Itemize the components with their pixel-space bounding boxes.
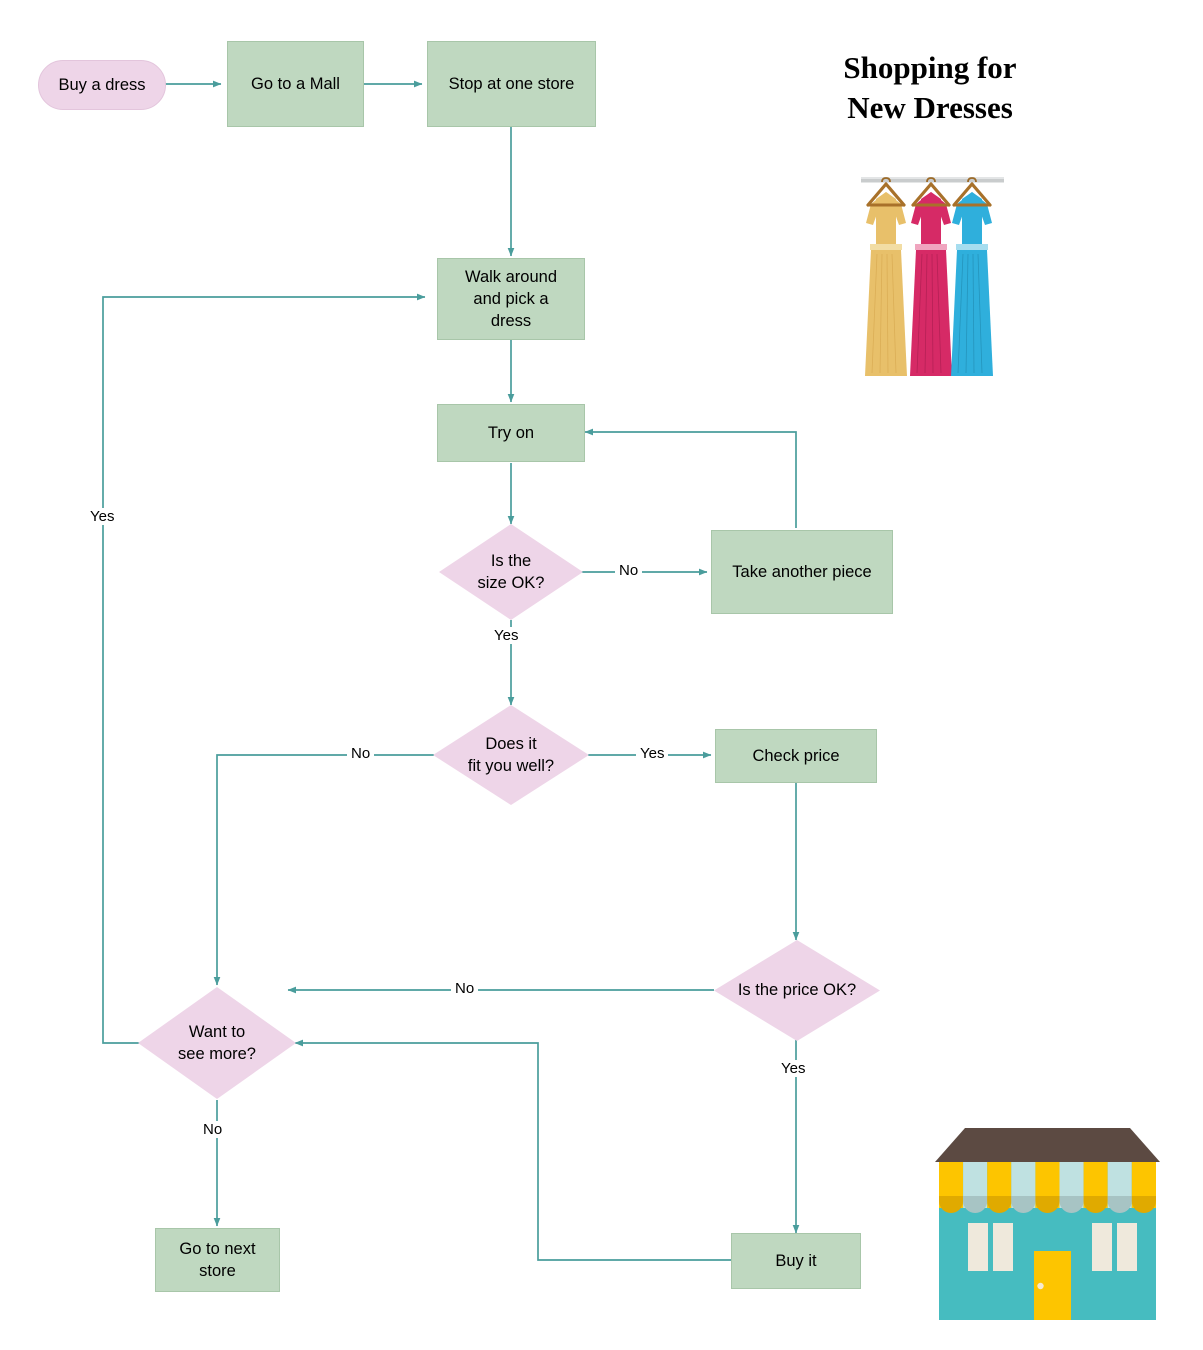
dress-pink bbox=[910, 182, 952, 376]
flowchart-canvas: No Yes No Yes No Yes Yes No Buy a dress … bbox=[0, 0, 1203, 1350]
node-stop-at-one-store[interactable]: Stop at one store bbox=[427, 41, 596, 127]
edge-does-it-fit-no-to-want-to-see-more bbox=[213, 754, 434, 986]
node-label-is-the-size-ok-line-1: Is the bbox=[490, 551, 532, 570]
node-go-to-next-store[interactable]: Go to next store bbox=[155, 1228, 280, 1292]
node-want-to-see-more[interactable]: Want to see more? bbox=[138, 987, 296, 1099]
node-does-it-fit-you-well[interactable]: Does it fit you well? bbox=[433, 705, 589, 805]
node-label-go-to-next-store-line-2: store bbox=[199, 1262, 236, 1280]
node-walk-around-and-pick-a-dress[interactable]: Walk around and pick a dress bbox=[437, 258, 585, 340]
edge-label-size-no: No bbox=[615, 562, 643, 579]
node-label-is-the-size-ok: Is the size OK? bbox=[439, 524, 583, 620]
node-try-on[interactable]: Try on bbox=[437, 404, 585, 462]
node-label-does-it-fit-line-2: fit you well? bbox=[467, 757, 555, 775]
node-buy-it[interactable]: Buy it bbox=[731, 1233, 861, 1289]
node-check-price[interactable]: Check price bbox=[715, 729, 877, 783]
edge-label-price-no: No bbox=[451, 980, 479, 997]
node-label-try-on: Try on bbox=[487, 423, 535, 442]
node-label-is-the-price-ok: Is the price OK? bbox=[714, 940, 880, 1041]
node-label-go-to-next-store-line-1: Go to next bbox=[179, 1239, 256, 1258]
node-label-walk-around-line-2: and pick a bbox=[473, 289, 549, 308]
node-take-another-piece[interactable]: Take another piece bbox=[711, 530, 893, 614]
store-window-right-1 bbox=[1092, 1223, 1112, 1271]
node-label-want-to-see-more-line-1: Want to bbox=[188, 1022, 246, 1041]
store-roof bbox=[935, 1128, 1160, 1162]
node-label-check-price: Check price bbox=[752, 746, 840, 765]
edge-want-to-see-more-yes-to-walk-around bbox=[102, 293, 426, 1044]
edge-label-price-yes: Yes bbox=[777, 1060, 810, 1077]
edge-label-size-yes: Yes bbox=[490, 627, 523, 644]
node-go-to-a-mall[interactable]: Go to a Mall bbox=[227, 41, 364, 127]
edge-label-see-more-no: No bbox=[199, 1121, 227, 1138]
node-label-want-to-see-more-line-2: see more? bbox=[178, 1045, 256, 1063]
edge-take-another-piece-to-try-on bbox=[584, 428, 797, 528]
store-window-right-2 bbox=[1117, 1223, 1137, 1271]
page-title-line-2: New Dresses bbox=[847, 89, 1013, 125]
node-label-stop-at-one-store: Stop at one store bbox=[448, 74, 575, 93]
node-label-buy-a-dress: Buy a dress bbox=[58, 75, 146, 94]
node-label-is-the-size-ok-line-2: size OK? bbox=[477, 574, 545, 592]
store-door-knob bbox=[1037, 1282, 1044, 1290]
node-label-does-it-fit-line-1: Does it bbox=[485, 734, 537, 753]
dress-yellow bbox=[865, 182, 907, 376]
node-is-the-size-ok[interactable]: Is the size OK? bbox=[439, 524, 583, 620]
node-label-buy-it: Buy it bbox=[775, 1251, 817, 1270]
node-is-the-price-ok[interactable]: Is the price OK? bbox=[714, 940, 880, 1041]
node-label-does-it-fit-you-well: Does it fit you well? bbox=[433, 705, 589, 805]
page-title: Shopping for New Dresses bbox=[760, 48, 1100, 127]
node-label-walk-around-line-1: Walk around bbox=[464, 267, 557, 286]
node-buy-a-dress[interactable]: Buy a dress bbox=[38, 60, 166, 110]
store-awning bbox=[939, 1162, 1156, 1213]
edge-buy-it-to-want-to-see-more bbox=[294, 1039, 735, 1261]
edge-label-fit-yes: Yes bbox=[636, 745, 669, 762]
node-label-go-to-a-mall: Go to a Mall bbox=[251, 74, 340, 93]
node-label-take-another-piece: Take another piece bbox=[732, 562, 872, 581]
dress-blue bbox=[951, 182, 993, 376]
storefront-illustration bbox=[935, 1128, 1160, 1320]
store-window-left-2 bbox=[993, 1223, 1013, 1271]
edge-label-see-more-yes: Yes bbox=[86, 508, 119, 525]
node-label-is-the-price-ok-text: Is the price OK? bbox=[737, 981, 857, 1000]
store-window-left-1 bbox=[968, 1223, 988, 1271]
page-title-line-1: Shopping for bbox=[843, 50, 1017, 85]
edge-label-fit-no: No bbox=[347, 745, 375, 762]
dresses-on-rack-illustration bbox=[861, 177, 1004, 376]
node-label-want-to-see-more: Want to see more? bbox=[138, 987, 296, 1099]
node-label-walk-around-line-3: dress bbox=[490, 312, 532, 331]
